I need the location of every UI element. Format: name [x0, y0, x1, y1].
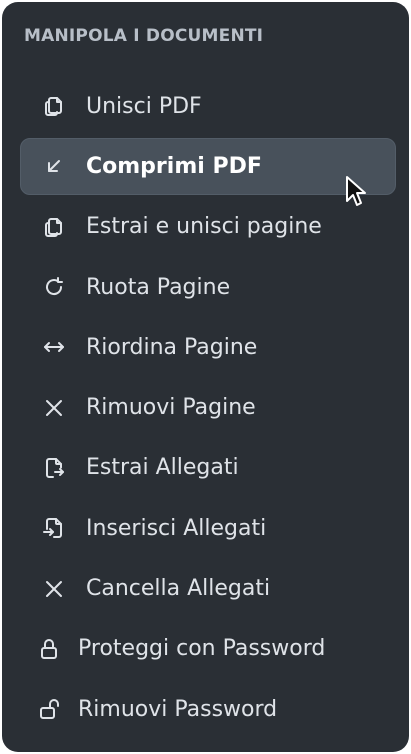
menu-item-label: Ruota Pagine: [86, 274, 231, 300]
copy-icon: [40, 213, 68, 241]
menu-item-label: Rimuovi Pagine: [86, 395, 256, 421]
rotate-icon: [40, 273, 68, 301]
x-icon: [40, 394, 68, 422]
menu-item-label: Comprimi PDF: [86, 153, 262, 179]
menu-item-ruota-pagine[interactable]: Ruota Pagine: [2, 257, 409, 317]
menu-item-label: Proteggi con Password: [78, 636, 326, 662]
menu-item-rimuovi-pagine[interactable]: Rimuovi Pagine: [2, 377, 409, 437]
menu-item-proteggi-password[interactable]: Proteggi con Password: [2, 619, 409, 679]
tools-menu-panel: MANIPOLA I DOCUMENTI Unisci PDF Comprimi…: [2, 2, 409, 752]
copy-icon: [40, 92, 68, 120]
menu-item-label: Rimuovi Password: [78, 696, 278, 722]
menu-item-unisci-pdf[interactable]: Unisci PDF: [2, 76, 409, 136]
menu-item-label: Estrai e unisci pagine: [86, 214, 322, 240]
section-title: MANIPOLA I DOCUMENTI: [24, 26, 264, 46]
menu-item-label: Estrai Allegati: [86, 455, 239, 481]
arrow-down-left-icon: [40, 152, 68, 180]
lock-icon: [35, 635, 63, 663]
menu-item-label: Inserisci Allegati: [86, 515, 267, 541]
menu-item-riordina-pagine[interactable]: Riordina Pagine: [2, 317, 409, 377]
menu-item-label: Cancella Allegati: [86, 576, 271, 602]
arrows-horizontal-icon: [40, 333, 68, 361]
menu-item-label: Riordina Pagine: [86, 334, 258, 360]
mouse-pointer-icon: [346, 176, 366, 206]
menu-item-rimuovi-password[interactable]: Rimuovi Password: [2, 679, 409, 739]
file-import-icon: [40, 514, 68, 542]
file-export-icon: [40, 454, 68, 482]
menu-item-label: Unisci PDF: [86, 93, 202, 119]
menu-item-inserisci-allegati[interactable]: Inserisci Allegati: [2, 498, 409, 558]
menu-item-estrai-allegati[interactable]: Estrai Allegati: [2, 438, 409, 498]
unlock-icon: [35, 695, 63, 723]
menu-item-cancella-allegati[interactable]: Cancella Allegati: [2, 558, 409, 618]
x-icon: [40, 575, 68, 603]
